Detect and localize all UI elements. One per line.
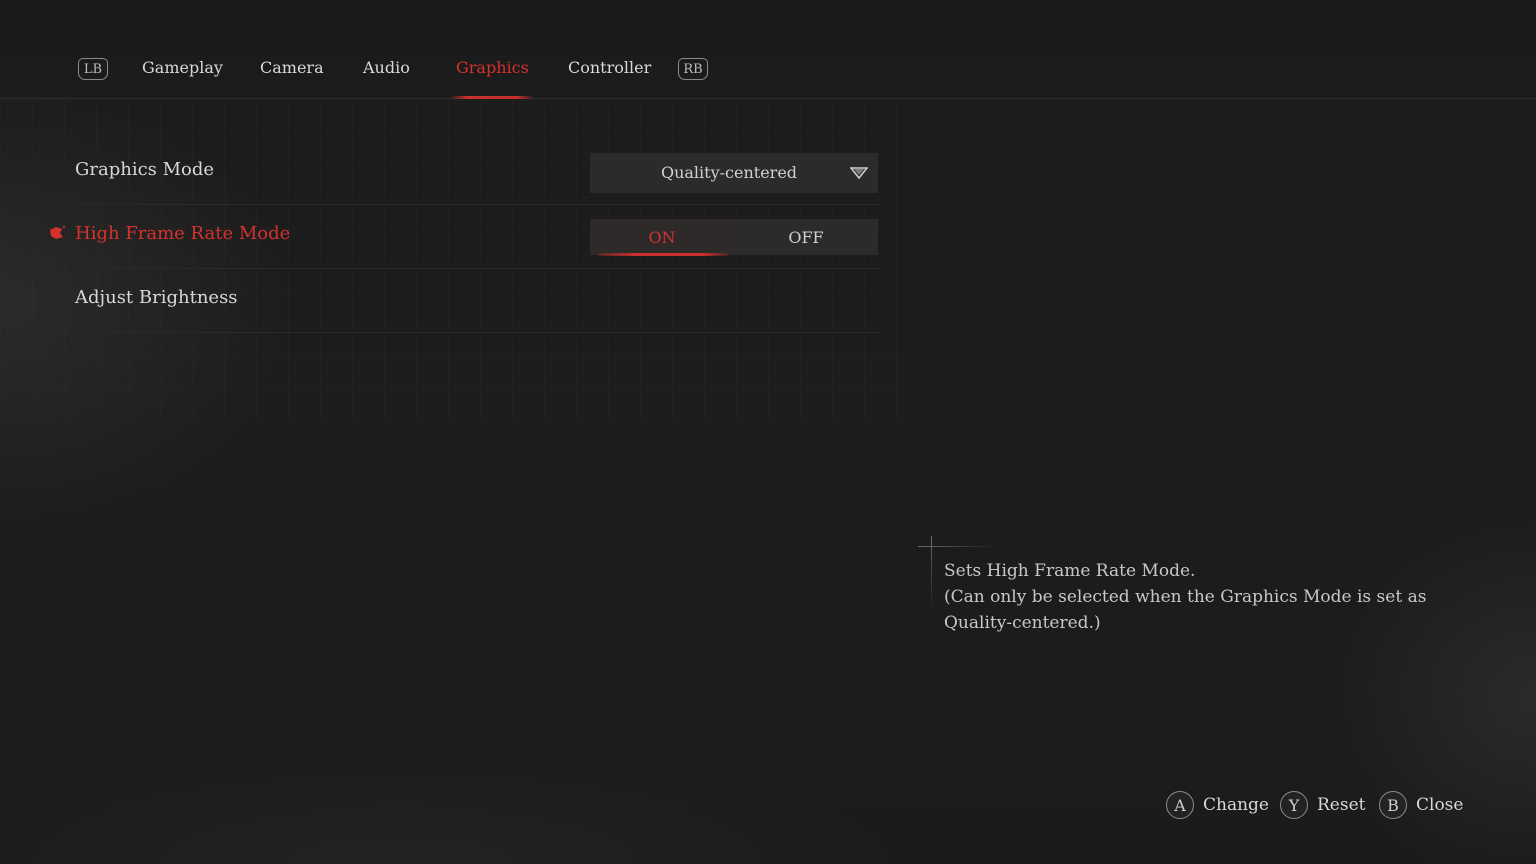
lb-bumper-icon[interactable]: LB xyxy=(78,58,108,80)
splatter-cursor-icon xyxy=(50,226,65,239)
high-frame-rate-toggle[interactable]: ON OFF xyxy=(590,219,878,256)
toggle-on-option[interactable]: ON xyxy=(590,219,734,255)
chevron-down-icon xyxy=(850,167,868,180)
graphics-mode-dropdown[interactable]: Quality-centered xyxy=(590,153,878,193)
graphics-mode-label: Graphics Mode xyxy=(75,159,215,180)
a-button-icon: A xyxy=(1166,791,1194,819)
y-button-icon: Y xyxy=(1280,791,1308,819)
active-tab-underline xyxy=(450,96,534,99)
reset-label: Reset xyxy=(1317,795,1366,815)
description-frame-line xyxy=(931,536,932,612)
setting-description: Sets High Frame Rate Mode. (Can only be … xyxy=(944,558,1434,636)
b-button-icon: B xyxy=(1379,791,1407,819)
setting-high-frame-rate[interactable]: High Frame Rate Mode ON OFF xyxy=(50,204,878,269)
graphics-mode-value: Quality-centered xyxy=(660,163,798,182)
setting-graphics-mode[interactable]: Graphics Mode Quality-centered xyxy=(75,140,878,205)
tab-controller[interactable]: Controller xyxy=(568,58,651,82)
reset-prompt[interactable]: Y Reset xyxy=(1280,790,1365,820)
change-prompt[interactable]: A Change xyxy=(1166,790,1269,820)
change-label: Change xyxy=(1203,795,1269,815)
tab-audio[interactable]: Audio xyxy=(363,58,410,82)
toggle-off-option[interactable]: OFF xyxy=(734,219,878,255)
tab-graphics[interactable]: Graphics xyxy=(456,58,529,82)
description-line: Sets High Frame Rate Mode. xyxy=(944,561,1196,581)
rb-bumper-icon[interactable]: RB xyxy=(678,58,708,80)
close-prompt[interactable]: B Close xyxy=(1379,790,1463,820)
adjust-brightness-label: Adjust Brightness xyxy=(75,287,238,308)
setting-adjust-brightness[interactable]: Adjust Brightness xyxy=(75,268,878,333)
close-label: Close xyxy=(1416,795,1464,815)
selected-option-underline xyxy=(598,253,728,256)
description-frame-line xyxy=(918,546,996,547)
tab-bar: LB Gameplay Camera Audio Graphics Contro… xyxy=(0,0,1536,99)
tab-gameplay[interactable]: Gameplay xyxy=(142,58,223,82)
high-frame-rate-label: High Frame Rate Mode xyxy=(75,223,291,244)
tab-camera[interactable]: Camera xyxy=(260,58,324,82)
description-line: (Can only be selected when the Graphics … xyxy=(944,587,1427,633)
